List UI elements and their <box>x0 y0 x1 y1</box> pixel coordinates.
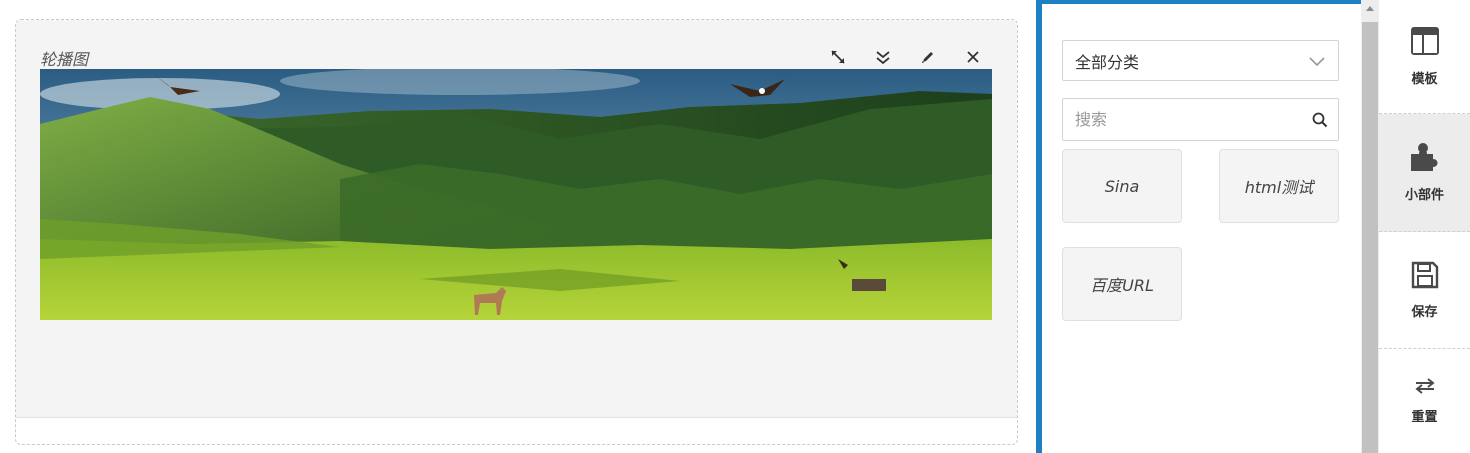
category-select[interactable]: 全部分类 <box>1062 40 1339 81</box>
chevron-down-icon <box>1308 53 1326 72</box>
sidebar-item-save[interactable]: 保存 <box>1379 232 1470 349</box>
sidebar-item-template[interactable]: 模板 <box>1379 0 1470 114</box>
editor-canvas: 轮播图 <box>0 0 1036 453</box>
expand-icon[interactable] <box>815 44 860 70</box>
scroll-up-arrow-icon[interactable] <box>1361 4 1379 18</box>
save-icon <box>1411 261 1439 293</box>
search-input[interactable] <box>1063 99 1293 140</box>
carousel-widget[interactable]: 轮播图 <box>15 19 1018 445</box>
edit-icon[interactable] <box>905 44 950 70</box>
sidebar: 模板 小部件 保存 重置 <box>1379 0 1470 453</box>
widget-title: 轮播图 <box>40 50 89 69</box>
reset-icon <box>1414 377 1436 398</box>
category-select-value: 全部分类 <box>1075 52 1140 72</box>
widget-toolbar <box>815 44 995 70</box>
sidebar-item-label: 模板 <box>1411 72 1438 87</box>
template-icon <box>1410 26 1440 60</box>
puzzle-icon <box>1409 142 1441 176</box>
sidebar-item-label: 重置 <box>1411 409 1438 425</box>
sidebar-item-label: 小部件 <box>1404 188 1444 203</box>
collapse-icon[interactable] <box>860 44 905 70</box>
scroll-thumb[interactable] <box>1362 22 1378 453</box>
widget-item-baidu-url[interactable]: 百度URL <box>1062 247 1182 321</box>
close-icon[interactable] <box>950 44 995 70</box>
widget-item-sina[interactable]: Sina <box>1062 149 1182 223</box>
widget-item-html-test[interactable]: html测试 <box>1219 149 1339 223</box>
widget-panel: 全部分类 Sina html测试 百度URL <box>1036 0 1381 453</box>
sidebar-item-reset[interactable]: 重置 <box>1379 349 1470 453</box>
panel-scrollbar[interactable] <box>1361 0 1379 453</box>
sidebar-item-label: 保存 <box>1411 304 1438 320</box>
search-icon[interactable] <box>1312 112 1328 132</box>
carousel-banner-image <box>40 69 992 320</box>
sidebar-item-widgets[interactable]: 小部件 <box>1379 114 1470 232</box>
search-box <box>1062 98 1339 141</box>
carousel-widget-body: 轮播图 <box>16 20 1017 418</box>
